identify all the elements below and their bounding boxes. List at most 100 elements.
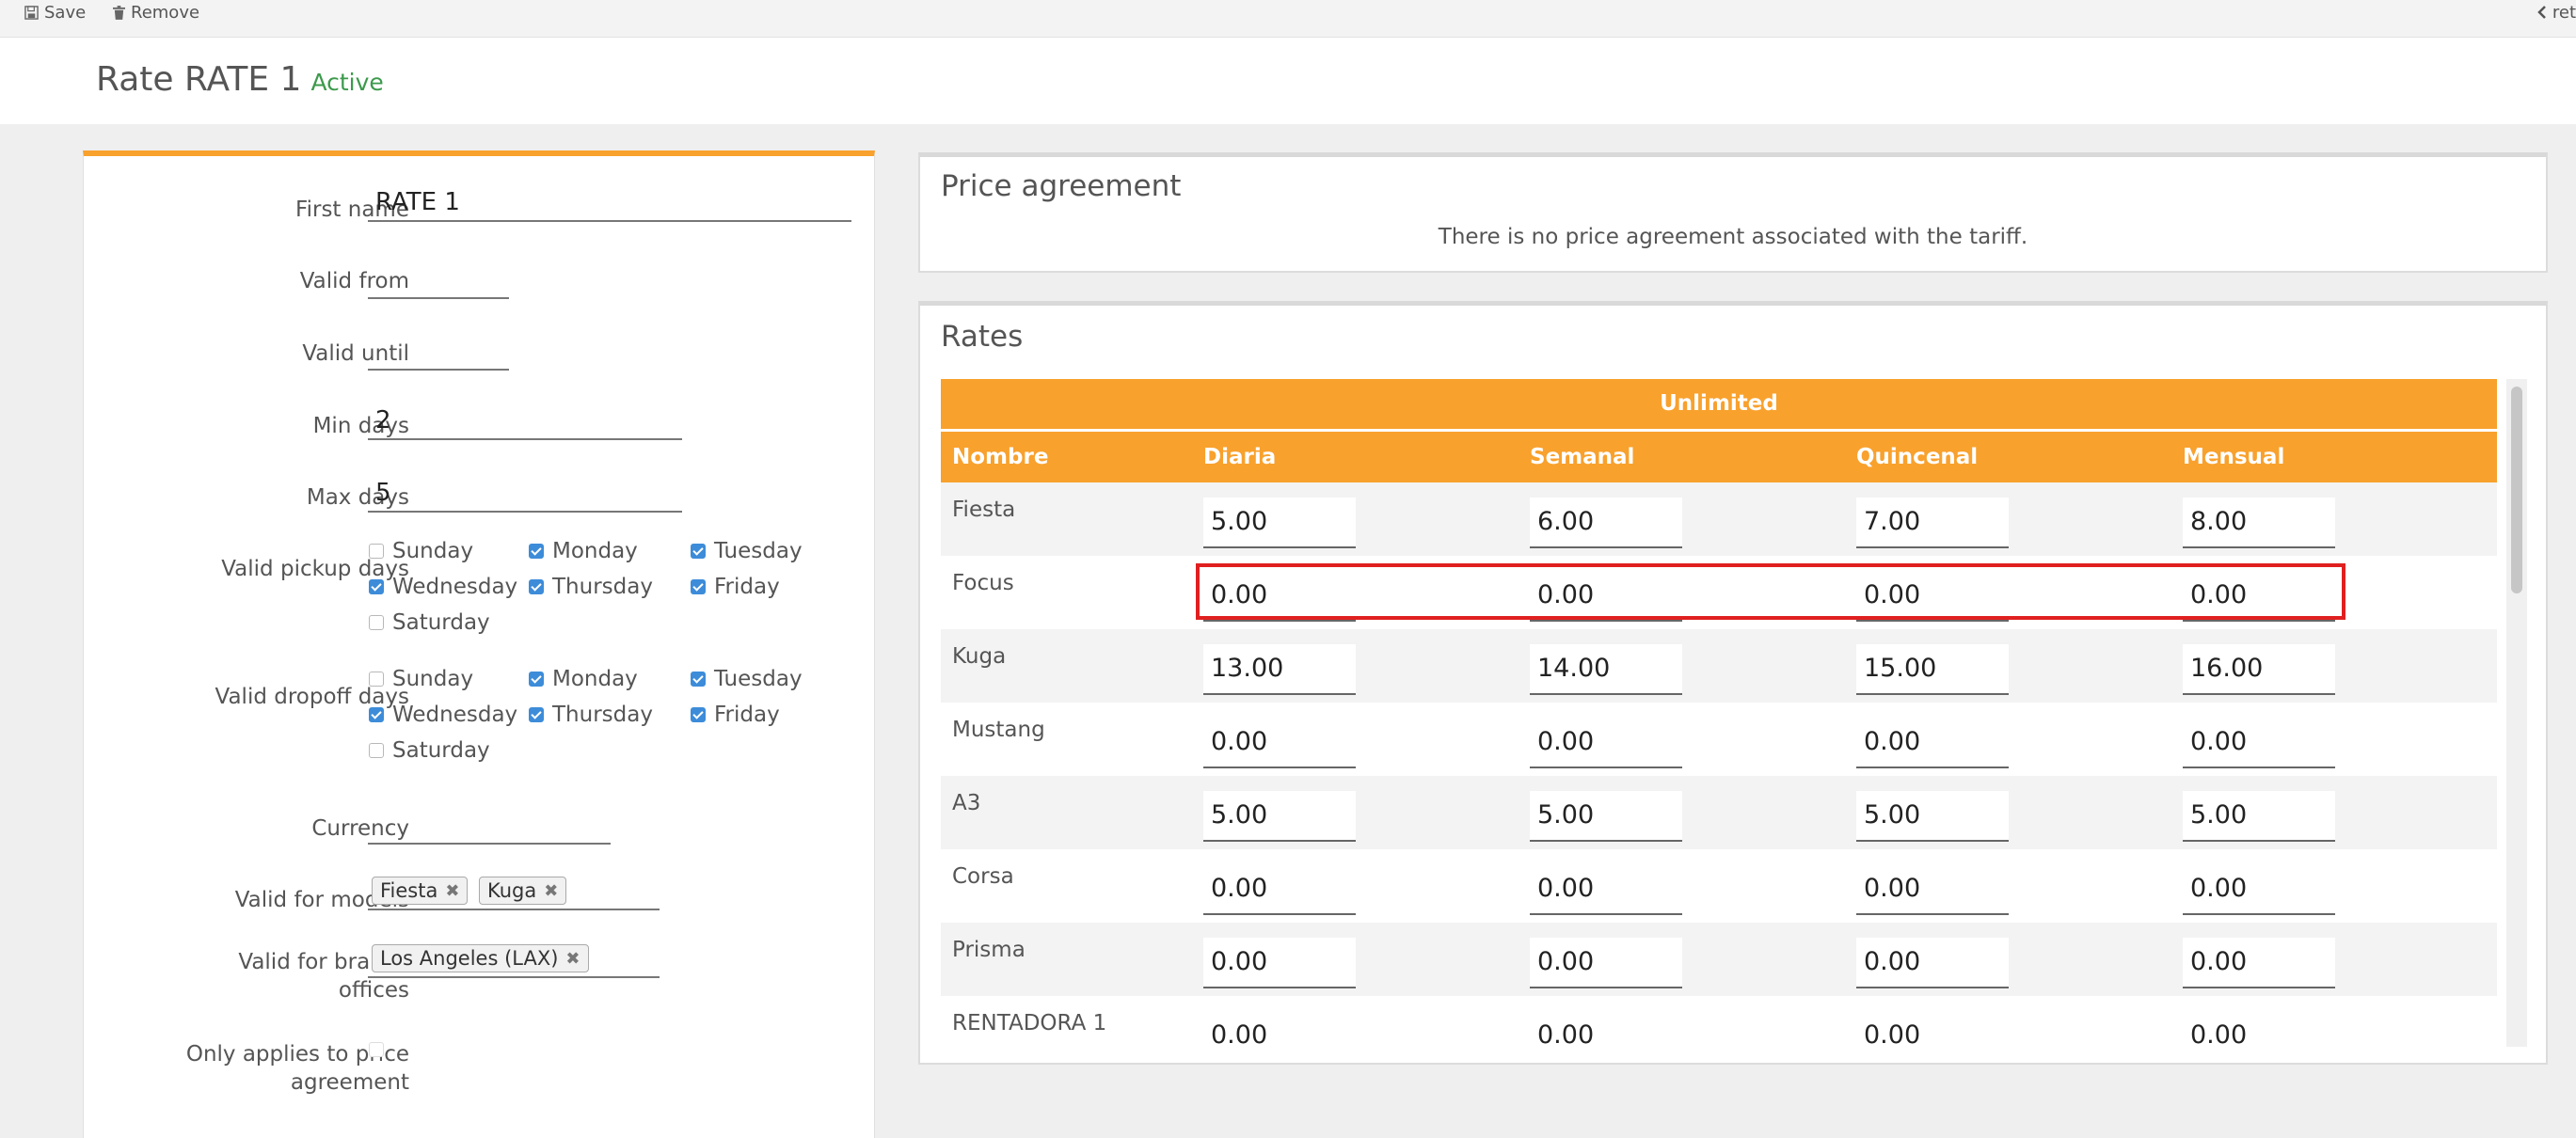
valid-until-input[interactable] [368, 331, 509, 371]
dropoff-days-label: Valid dropoff days [215, 685, 409, 709]
only-applies-label-line1: Only applies to price [185, 1042, 409, 1067]
model-name: Mustang [952, 718, 1045, 742]
dropoff-wednesday-checkbox[interactable]: Wednesday [369, 703, 517, 727]
rate-input-diaria[interactable]: 0.00 [1203, 718, 1356, 768]
rate-input-quincenal[interactable]: 0.00 [1856, 1011, 2009, 1047]
rate-input-mensual[interactable]: 8.00 [2183, 498, 2335, 548]
dropoff-friday-checkbox[interactable]: Friday [691, 703, 780, 727]
dropoff-tuesday-checkbox[interactable]: Tuesday [691, 667, 803, 691]
price-agreement-message: There is no price agreement associated w… [1438, 225, 2028, 249]
remove-tag-icon[interactable]: ✖ [544, 881, 558, 901]
rate-input-semanal[interactable]: 0.00 [1530, 718, 1682, 768]
rate-input-semanal[interactable]: 14.00 [1530, 644, 1682, 695]
scrollbar-thumb[interactable] [2511, 387, 2522, 593]
rate-input-mensual[interactable]: 16.00 [2183, 644, 2335, 695]
save-button[interactable]: Save [24, 0, 86, 24]
rate-input-quincenal[interactable]: 5.00 [1856, 791, 2009, 842]
rate-input-quincenal[interactable]: 0.00 [1856, 718, 2009, 768]
only-applies-checkbox[interactable] [369, 1042, 392, 1057]
rate-input-quincenal[interactable]: 7.00 [1856, 498, 2009, 548]
model-tag-fiesta: Fiesta ✖ [372, 877, 469, 905]
remove-tag-icon[interactable]: ✖ [445, 881, 459, 901]
rate-input-semanal[interactable]: 0.00 [1530, 864, 1682, 915]
valid-from-input[interactable] [368, 260, 509, 299]
branch-label-line2: offices [338, 978, 409, 1003]
rate-input-diaria[interactable]: 0.00 [1203, 864, 1356, 915]
rate-input-diaria[interactable]: 5.00 [1203, 791, 1356, 842]
rate-input-diaria[interactable]: 13.00 [1203, 644, 1356, 695]
rate-input-quincenal[interactable]: 15.00 [1856, 644, 2009, 695]
remove-tag-icon[interactable]: ✖ [565, 949, 580, 969]
chevron-left-icon [2537, 6, 2546, 19]
rate-input-quincenal[interactable]: 0.00 [1856, 864, 2009, 915]
rate-input-mensual[interactable]: 0.00 [2183, 571, 2335, 622]
pickup-saturday-checkbox[interactable]: Saturday [369, 610, 490, 635]
checkbox-box [691, 707, 706, 722]
currency-input[interactable] [368, 805, 611, 845]
rate-input-semanal[interactable]: 0.00 [1530, 938, 1682, 988]
checkbox-box [529, 544, 544, 559]
table-row: Kuga 13.00 14.00 15.00 16.00 [941, 629, 2497, 703]
day-label: Wednesday [392, 575, 518, 599]
checkbox-box [369, 707, 384, 722]
table-row: Mustang 0.00 0.00 0.00 0.00 [941, 703, 2497, 776]
rate-input-diaria[interactable]: 0.00 [1203, 1011, 1356, 1047]
toolbar: Save Remove ret [0, 0, 2576, 38]
pickup-wednesday-checkbox[interactable]: Wednesday [369, 575, 517, 599]
page-title: Rate RATE 1 Active [96, 60, 384, 99]
return-button[interactable]: ret [2537, 0, 2576, 24]
pickup-tuesday-checkbox[interactable]: Tuesday [691, 539, 803, 563]
pickup-friday-checkbox[interactable]: Friday [691, 575, 780, 599]
day-label: Friday [714, 703, 780, 727]
rate-input-quincenal[interactable]: 0.00 [1856, 571, 2009, 622]
pickup-thursday-checkbox[interactable]: Thursday [529, 575, 653, 599]
dropoff-sunday-checkbox[interactable]: Sunday [369, 667, 473, 691]
column-header-diaria: Diaria [1203, 445, 1277, 469]
rate-input-mensual[interactable]: 0.00 [2183, 1011, 2335, 1047]
min-days-input[interactable]: 2 [368, 401, 682, 440]
remove-button[interactable]: Remove [113, 0, 199, 24]
dropoff-saturday-checkbox[interactable]: Saturday [369, 738, 490, 763]
min-days-label: Min days [312, 414, 409, 438]
trash-icon [113, 5, 125, 20]
model-tag-kuga: Kuga ✖ [479, 877, 567, 905]
first-name-label: First name [295, 198, 409, 222]
rate-input-semanal[interactable]: 0.00 [1530, 571, 1682, 622]
model-name: Focus [952, 571, 1014, 595]
rate-input-quincenal[interactable]: 0.00 [1856, 938, 2009, 988]
models-select[interactable]: Fiesta ✖ Kuga ✖ [368, 869, 660, 910]
pickup-monday-checkbox[interactable]: Monday [529, 539, 638, 563]
model-name: Prisma [952, 938, 1026, 962]
checkbox-box [369, 544, 384, 559]
model-name: Corsa [952, 864, 1014, 889]
rate-input-mensual[interactable]: 0.00 [2183, 938, 2335, 988]
pickup-sunday-checkbox[interactable]: Sunday [369, 539, 473, 563]
dropoff-monday-checkbox[interactable]: Monday [529, 667, 638, 691]
rate-input-semanal[interactable]: 5.00 [1530, 791, 1682, 842]
day-label: Thursday [552, 575, 653, 599]
first-name-input[interactable]: RATE 1 [368, 182, 851, 222]
table-row: Corsa 0.00 0.00 0.00 0.00 [941, 849, 2497, 923]
rate-input-diaria[interactable]: 0.00 [1203, 571, 1356, 622]
rate-input-diaria[interactable]: 5.00 [1203, 498, 1356, 548]
rate-input-semanal[interactable]: 0.00 [1530, 1011, 1682, 1047]
rate-form-panel: First name RATE 1 Valid from Valid until… [83, 150, 875, 1138]
day-label: Tuesday [714, 539, 803, 563]
rate-input-diaria[interactable]: 0.00 [1203, 938, 1356, 988]
day-label: Thursday [552, 703, 653, 727]
rate-input-mensual[interactable]: 0.00 [2183, 718, 2335, 768]
day-label: Tuesday [714, 667, 803, 691]
column-header-quincenal: Quincenal [1856, 445, 1979, 469]
checkbox-box [691, 672, 706, 687]
rates-scrollbar[interactable] [2506, 379, 2527, 1047]
rates-title: Rates [941, 320, 1024, 354]
dropoff-thursday-checkbox[interactable]: Thursday [529, 703, 653, 727]
max-days-input[interactable]: 5 [368, 473, 682, 513]
rate-input-semanal[interactable]: 6.00 [1530, 498, 1682, 548]
rate-input-mensual[interactable]: 5.00 [2183, 791, 2335, 842]
rates-table: Unlimited Nombre Diaria Semanal Quincena… [941, 379, 2497, 1047]
remove-label: Remove [131, 2, 200, 23]
branch-select[interactable]: Los Angeles (LAX) ✖ [368, 937, 660, 978]
rate-input-mensual[interactable]: 0.00 [2183, 864, 2335, 915]
checkbox-box [369, 579, 384, 594]
